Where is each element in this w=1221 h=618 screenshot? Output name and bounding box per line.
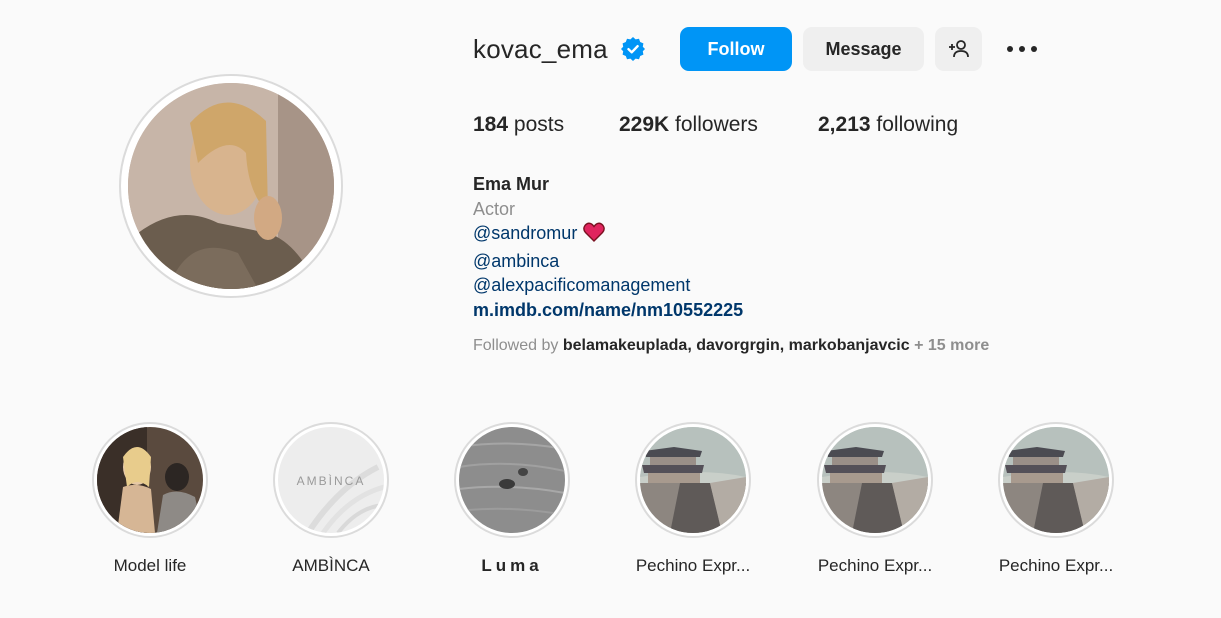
highlight-cover-ring xyxy=(454,422,570,538)
suggested-users-button[interactable] xyxy=(935,27,982,71)
highlight-label: Luma xyxy=(481,556,543,575)
website-link[interactable]: m.imdb.com/name/nm10552225 xyxy=(473,298,743,323)
highlight-cover-ring xyxy=(635,422,751,538)
highlight-label: AMBÌNCA xyxy=(292,556,370,575)
more-dots-icon xyxy=(1007,46,1037,52)
followers-label: followers xyxy=(675,113,758,136)
highlight-cover xyxy=(640,427,746,533)
posts-count: 184 xyxy=(473,113,509,136)
mention-link-1[interactable]: @sandromur xyxy=(473,223,577,243)
highlight-cover-ring xyxy=(92,422,208,538)
highlight-cover xyxy=(822,427,928,533)
profile-bio: Ema Mur Actor @sandromur @ambinca @alexp… xyxy=(473,172,743,322)
following-count: 2,213 xyxy=(818,113,871,136)
avatar-illustration xyxy=(128,83,334,289)
display-name: Ema Mur xyxy=(473,174,550,194)
avatar-photo xyxy=(128,83,334,289)
username: kovac_ema xyxy=(473,33,608,64)
highlight-cover-ring: AMBÌNCA xyxy=(273,422,389,538)
profile-avatar[interactable] xyxy=(119,74,343,298)
posts-label: posts xyxy=(513,113,565,136)
highlight-cover-ring xyxy=(817,422,933,538)
highlight-cover xyxy=(97,427,203,533)
more-options-button[interactable] xyxy=(1000,27,1044,71)
highlight-label: Pechino Expr... xyxy=(635,556,751,575)
verified-badge-icon xyxy=(620,36,646,62)
profile-header: kovac_ema xyxy=(473,26,646,72)
followers-stat[interactable]: 229K followers xyxy=(619,113,758,137)
highlight-label: Pechino Expr... xyxy=(998,556,1114,575)
category-label: Actor xyxy=(473,198,516,219)
followers-count: 229K xyxy=(619,113,670,136)
mention-link-2[interactable]: @ambinca xyxy=(473,249,743,274)
follow-button[interactable]: Follow xyxy=(680,27,792,71)
red-heart-icon xyxy=(583,222,606,249)
bio-mention-row: @sandromur xyxy=(473,221,743,249)
followed-by-prefix: Followed by xyxy=(473,337,559,354)
followed-by-names: belamakeuplada, davorgrgin, markobanjavc… xyxy=(562,337,910,354)
followed-by-more: + 15 more xyxy=(914,337,990,354)
following-stat[interactable]: 2,213 following xyxy=(818,113,958,137)
highlight-cover xyxy=(1003,427,1109,533)
highlight-cover-ring xyxy=(998,422,1114,538)
add-user-icon xyxy=(948,40,969,58)
highlight-label: Pechino Expr... xyxy=(817,556,933,575)
following-label: following xyxy=(876,113,959,136)
mention-link-3[interactable]: @alexpacificomanagement xyxy=(473,273,743,298)
message-button[interactable]: Message xyxy=(803,27,924,71)
followed-by[interactable]: Followed by belamakeuplada, davorgrgin, … xyxy=(473,337,989,355)
posts-stat: 184 posts xyxy=(473,113,564,137)
highlight-label: Model life xyxy=(113,556,187,575)
ambinca-cover-text: AMBÌNCA xyxy=(297,473,366,488)
highlight-cover: AMBÌNCA xyxy=(278,427,384,533)
highlight-cover xyxy=(459,427,565,533)
